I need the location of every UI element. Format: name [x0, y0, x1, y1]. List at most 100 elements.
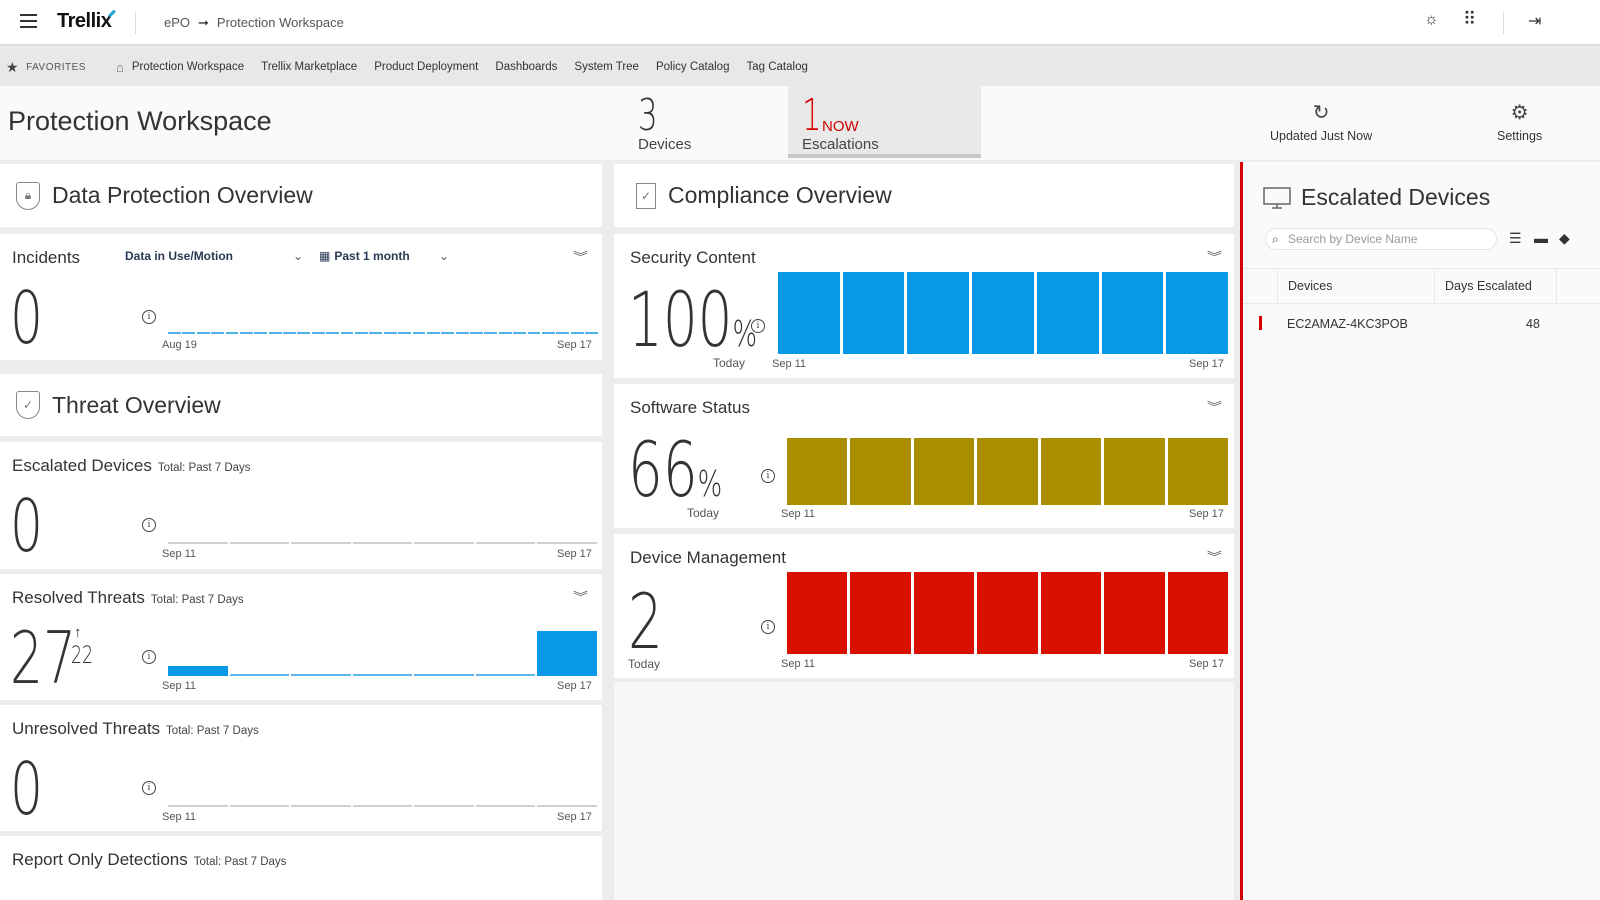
chart-baseline-segment[interactable]: [229, 674, 290, 676]
status-bar[interactable]: [850, 572, 911, 654]
chart-baseline-segment[interactable]: [556, 332, 570, 334]
brightness-icon[interactable]: ☼: [1424, 11, 1439, 29]
logout-icon[interactable]: ⇥: [1528, 11, 1541, 31]
chart-baseline-segment[interactable]: [441, 332, 455, 334]
app-grid-icon[interactable]: ⠿: [1463, 9, 1476, 30]
status-bar[interactable]: [977, 572, 1038, 654]
status-bar[interactable]: [1040, 572, 1102, 654]
chart-baseline-segment[interactable]: [340, 332, 354, 334]
info-icon[interactable]: i: [142, 650, 156, 664]
chart-baseline-segment[interactable]: [498, 332, 512, 334]
status-bar[interactable]: [1036, 272, 1099, 354]
chart-baseline-segment[interactable]: [585, 332, 598, 334]
chart-baseline-segment[interactable]: [414, 805, 474, 807]
chart-baseline-segment[interactable]: [254, 332, 268, 334]
chart-baseline-segment[interactable]: [291, 674, 351, 676]
status-bar[interactable]: [972, 272, 1034, 354]
chart-baseline-segment[interactable]: [412, 332, 426, 334]
chart-baseline-segment[interactable]: [475, 674, 536, 676]
chart-baseline-segment[interactable]: [168, 805, 228, 807]
chart-bar[interactable]: [537, 631, 597, 676]
chart-baseline-segment[interactable]: [239, 332, 253, 334]
menu-icon[interactable]: [20, 14, 37, 28]
table-row[interactable]: EC2AMAZ-4KC3POB 48: [1243, 304, 1600, 344]
tag-icon[interactable]: ◆: [1559, 230, 1570, 247]
chart-baseline-segment[interactable]: [168, 542, 228, 544]
fav-system-tree[interactable]: System Tree: [574, 61, 639, 73]
expand-icon[interactable]: ︾: [1207, 248, 1222, 265]
fav-policy-catalog[interactable]: Policy Catalog: [656, 61, 730, 73]
chart-baseline-segment[interactable]: [426, 332, 440, 334]
escalations-stat[interactable]: 1 NOW Escalations: [788, 86, 981, 158]
status-bar[interactable]: [1104, 572, 1165, 654]
status-bar[interactable]: [787, 572, 848, 654]
status-bar[interactable]: [850, 438, 911, 505]
device-search-input[interactable]: ⌕ Search by Device Name: [1265, 228, 1497, 250]
chart-baseline-segment[interactable]: [475, 805, 536, 807]
fav-tag-catalog[interactable]: Tag Catalog: [746, 61, 807, 73]
settings-button[interactable]: ⚙ Settings: [1497, 100, 1542, 143]
favorites-label[interactable]: ★ FAVORITES: [6, 59, 86, 76]
chart-baseline-segment[interactable]: [225, 332, 239, 334]
chart-baseline-segment[interactable]: [414, 674, 474, 676]
chart-baseline-segment[interactable]: [283, 332, 296, 334]
fav-trellix-marketplace[interactable]: Trellix Marketplace: [261, 61, 357, 73]
chart-baseline-segment[interactable]: [311, 332, 325, 334]
status-bar[interactable]: [787, 438, 848, 505]
chart-baseline-segment[interactable]: [352, 805, 413, 807]
chart-baseline-segment[interactable]: [229, 805, 290, 807]
chart-baseline-segment[interactable]: [398, 332, 411, 334]
column-days-escalated[interactable]: Days Escalated: [1434, 269, 1556, 303]
status-bar[interactable]: [1166, 272, 1228, 354]
expand-icon[interactable]: ︾: [573, 588, 588, 605]
fav-product-deployment[interactable]: Product Deployment: [374, 61, 478, 73]
fav-dashboards[interactable]: Dashboards: [495, 61, 557, 73]
chart-baseline-segment[interactable]: [229, 542, 290, 544]
chart-baseline-segment[interactable]: [297, 332, 311, 334]
period-dropdown[interactable]: ▦ Past 1 month ⌄: [319, 249, 449, 263]
chart-baseline-segment[interactable]: [541, 332, 555, 334]
chart-baseline-segment[interactable]: [196, 332, 210, 334]
chart-baseline-segment[interactable]: [352, 674, 413, 676]
chart-baseline-segment[interactable]: [475, 542, 536, 544]
devices-stat[interactable]: 3 Devices: [624, 86, 784, 158]
status-bar[interactable]: [907, 272, 970, 354]
breadcrumb-epo[interactable]: ePO: [164, 15, 190, 30]
chart-baseline-segment[interactable]: [484, 332, 498, 334]
chart-baseline-segment[interactable]: [168, 332, 181, 334]
status-bar[interactable]: [1101, 272, 1164, 354]
chart-baseline-segment[interactable]: [326, 332, 340, 334]
trellix-logo[interactable]: Trellix: [57, 9, 117, 33]
status-bar[interactable]: [778, 272, 840, 354]
info-icon[interactable]: i: [142, 310, 156, 324]
chart-bar[interactable]: [168, 665, 228, 676]
status-bar[interactable]: [1104, 438, 1165, 505]
expand-icon[interactable]: ︾: [1207, 548, 1222, 565]
chart-baseline-segment[interactable]: [354, 332, 368, 334]
status-bar[interactable]: [842, 272, 905, 354]
list-view-icon[interactable]: ☰: [1509, 230, 1522, 247]
info-icon[interactable]: i: [761, 469, 775, 483]
chart-baseline-segment[interactable]: [211, 332, 225, 334]
updated-button[interactable]: ↻ Updated Just Now: [1270, 100, 1372, 143]
fav-protection-workspace[interactable]: Protection Workspace: [132, 61, 244, 73]
chart-baseline-segment[interactable]: [291, 542, 351, 544]
status-bar[interactable]: [977, 438, 1038, 505]
chart-baseline-segment[interactable]: [352, 542, 413, 544]
chart-baseline-segment[interactable]: [291, 805, 351, 807]
chart-baseline-segment[interactable]: [470, 332, 483, 334]
chart-baseline-segment[interactable]: [369, 332, 383, 334]
chart-baseline-segment[interactable]: [513, 332, 527, 334]
chart-baseline-segment[interactable]: [527, 332, 541, 334]
column-devices[interactable]: Devices: [1277, 269, 1434, 303]
expand-icon[interactable]: ︾: [573, 248, 588, 265]
status-bar[interactable]: [913, 438, 975, 505]
info-icon[interactable]: i: [142, 518, 156, 532]
info-icon[interactable]: i: [751, 319, 765, 333]
chart-baseline-segment[interactable]: [383, 332, 397, 334]
chart-baseline-segment[interactable]: [537, 542, 597, 544]
chart-baseline-segment[interactable]: [182, 332, 196, 334]
chart-baseline-segment[interactable]: [268, 332, 282, 334]
chart-baseline-segment[interactable]: [455, 332, 469, 334]
chart-baseline-segment[interactable]: [570, 332, 584, 334]
